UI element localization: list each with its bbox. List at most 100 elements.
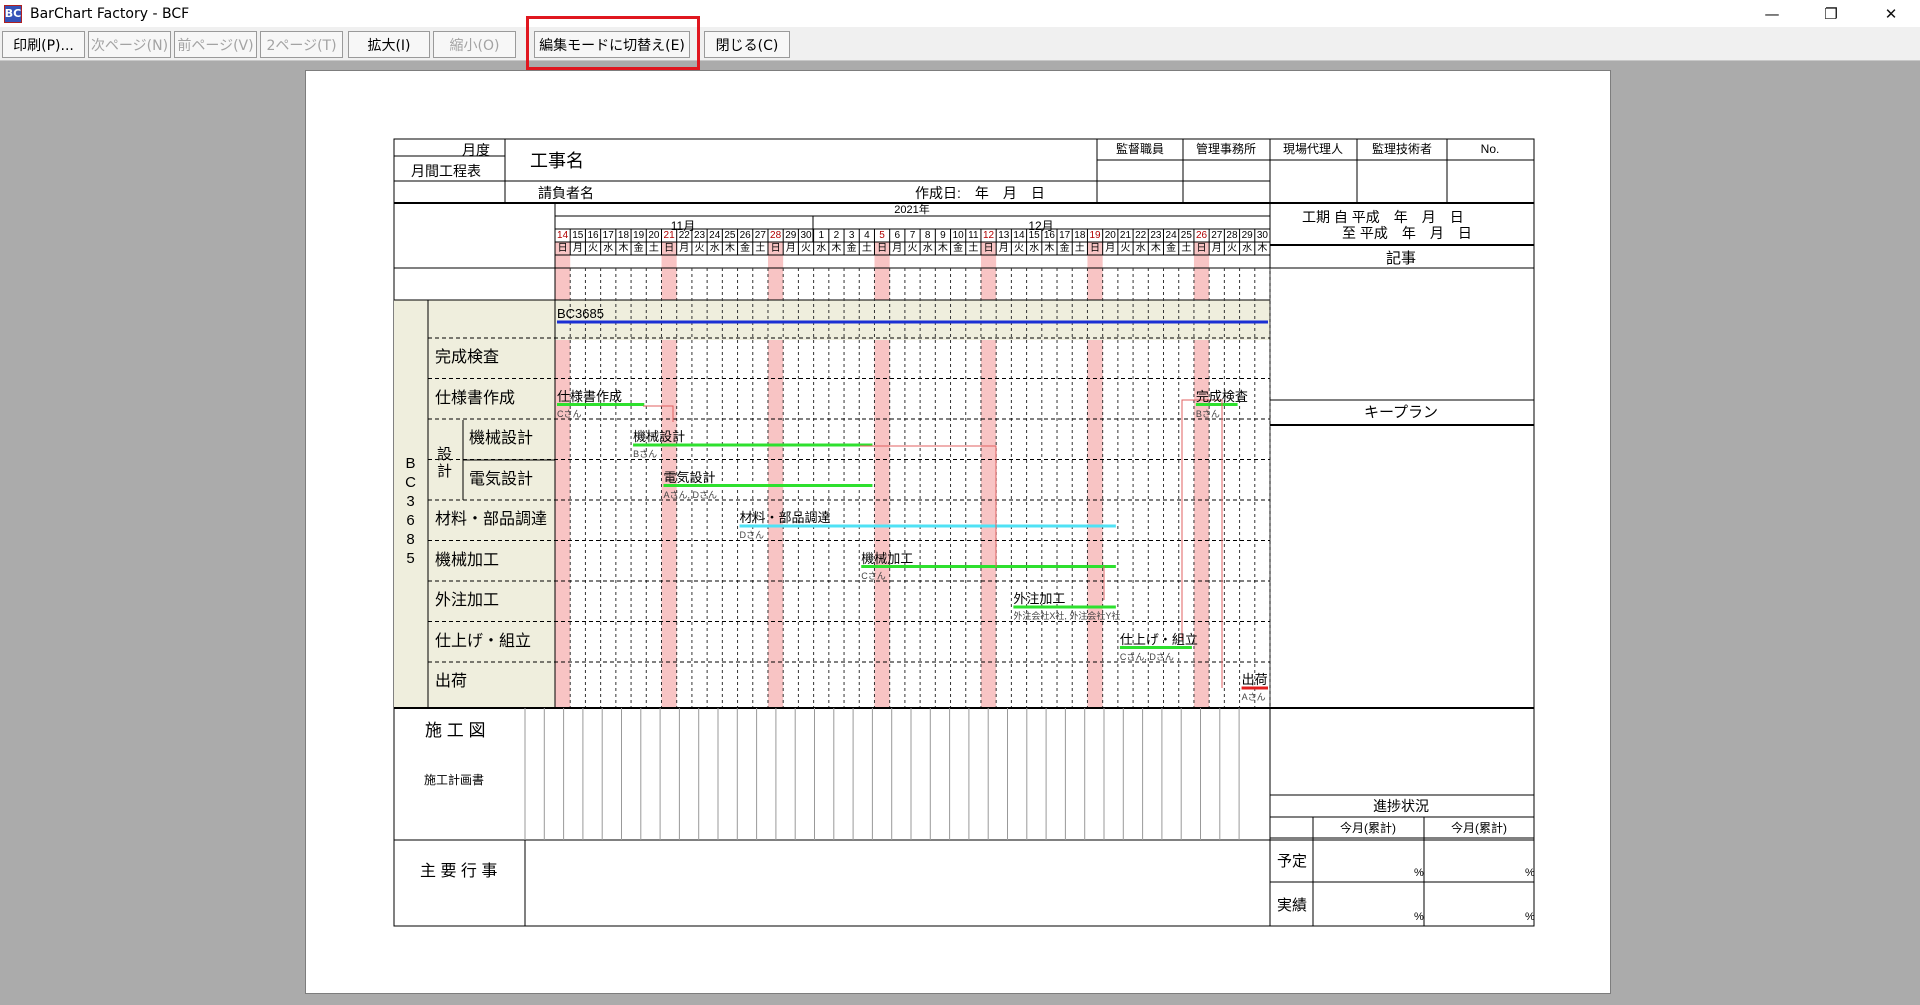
weekday: 日 xyxy=(877,243,888,254)
weekday: 金 xyxy=(953,243,964,254)
weekday: 日 xyxy=(1196,243,1207,254)
close-icon[interactable]: ✕ xyxy=(1862,0,1920,27)
day-number: 27 xyxy=(1211,230,1223,241)
restore-icon[interactable]: ❐ xyxy=(1802,0,1860,27)
task-label: 機械加工 xyxy=(435,551,500,569)
weekday: 木 xyxy=(1257,243,1268,254)
weekday: 日 xyxy=(664,243,675,254)
day-number: 20 xyxy=(1104,230,1116,241)
weekday: 月 xyxy=(785,243,796,254)
progress-row: 実績 xyxy=(1277,897,1308,914)
day-number: 12 xyxy=(983,230,995,241)
period-to: 至 平成 年 月 日 xyxy=(1342,225,1472,241)
print-button[interactable]: 印刷(P)... xyxy=(2,31,85,58)
day-number: 25 xyxy=(1180,230,1192,241)
title-bar: BC BarChart Factory - BCF — ❐ ✕ xyxy=(0,0,1920,27)
percent: % xyxy=(1414,867,1424,879)
minimize-icon[interactable]: — xyxy=(1743,0,1801,27)
progress-label: 進捗状況 xyxy=(1373,798,1429,814)
weekday: 火 xyxy=(1226,243,1237,254)
day-number: 30 xyxy=(1256,230,1268,241)
month-label: 月度 xyxy=(462,142,490,158)
day-number: 30 xyxy=(800,230,812,241)
bar-label: 仕上げ・組立 xyxy=(1119,631,1198,647)
weekday: 火 xyxy=(1120,243,1131,254)
day-number: 17 xyxy=(602,230,614,241)
day-number: 2 xyxy=(833,230,840,241)
weekday: 土 xyxy=(755,243,766,254)
month-header: 12月 xyxy=(1028,219,1054,233)
day-number: 26 xyxy=(739,230,751,241)
weekday: 金 xyxy=(633,243,644,254)
approval-header: 監督職員 xyxy=(1115,142,1165,156)
task-label: 仕様書作成 xyxy=(435,389,516,407)
keyplan-label: キープラン xyxy=(1363,404,1439,421)
day-number: 28 xyxy=(770,230,782,241)
weekday: 火 xyxy=(801,243,811,254)
weekday: 月 xyxy=(998,243,1009,254)
day-number: 23 xyxy=(1150,230,1162,241)
day-number: 24 xyxy=(709,230,721,241)
progress-row: 予定 xyxy=(1277,853,1308,870)
day-number: 21 xyxy=(1119,230,1132,241)
weekday: 土 xyxy=(1181,243,1192,254)
bar-assignee: 外注会社X社, 外注会社Y社 xyxy=(1013,611,1121,621)
weekday: 月 xyxy=(1105,243,1116,254)
project-row-bg xyxy=(555,300,1270,340)
bar-assignee: Dさん xyxy=(739,530,765,540)
weekday: 水 xyxy=(1135,243,1146,254)
day-number: 5 xyxy=(879,230,885,241)
weekday: 木 xyxy=(831,243,842,254)
bar-assignee: Cさん xyxy=(861,570,886,581)
percent: % xyxy=(1525,911,1535,923)
created-date-label: 作成日: 年 月 日 xyxy=(915,185,1045,201)
percent: % xyxy=(1414,911,1424,923)
next-page-button[interactable]: 次ページ(N) xyxy=(88,31,171,58)
day-number: 13 xyxy=(998,230,1010,241)
zoom-out-button[interactable]: 縮小(O) xyxy=(433,31,516,58)
task-label: 機械設計 xyxy=(469,430,534,447)
weekday: 水 xyxy=(922,243,933,254)
day-number: 25 xyxy=(724,230,736,241)
toolbar: 印刷(P)... 次ページ(N) 前ページ(V) 2ページ(T) 拡大(I) 縮… xyxy=(0,27,1920,61)
day-number: 28 xyxy=(1226,230,1238,241)
weekday: 月 xyxy=(572,243,583,254)
weekday: 火 xyxy=(694,243,705,254)
weekday: 金 xyxy=(1166,243,1177,254)
two-page-button[interactable]: 2ページ(T) xyxy=(260,31,343,58)
weekday: 水 xyxy=(1242,243,1253,254)
weekday: 土 xyxy=(968,243,979,254)
day-number: 11 xyxy=(968,230,979,241)
prev-page-button[interactable]: 前ページ(V) xyxy=(174,31,257,58)
weekday: 金 xyxy=(740,243,751,254)
weekday: 金 xyxy=(846,243,857,254)
close-button[interactable]: 閉じる(C) xyxy=(704,31,790,58)
day-number: 18 xyxy=(617,230,630,241)
contractor-label: 請負者名 xyxy=(538,185,594,201)
approval-header: No. xyxy=(1480,142,1500,156)
bar-label: 完成検査 xyxy=(1195,388,1248,404)
group-label: BC3685 xyxy=(402,455,419,569)
weekday: 月 xyxy=(892,243,903,254)
task-label: 電気設計 xyxy=(469,470,534,488)
bar-label: 仕様書作成 xyxy=(557,388,623,404)
month-header: 11月 xyxy=(670,219,696,233)
approval-header: 現場代理人 xyxy=(1282,142,1344,156)
task-label: 外注加工 xyxy=(435,592,500,609)
day-number: 1 xyxy=(818,230,824,241)
weekday: 木 xyxy=(724,243,735,254)
bar-label: BC3685 xyxy=(557,306,604,321)
zoom-in-button[interactable]: 拡大(I) xyxy=(348,31,430,58)
day-number: 6 xyxy=(894,230,901,241)
bar-assignee: Aさん, Dさん xyxy=(663,489,717,500)
weekday: 火 xyxy=(588,243,599,254)
weekday: 日 xyxy=(983,243,994,254)
bar-label: 機械加工 xyxy=(861,550,914,566)
task-label: 出荷 xyxy=(435,673,468,690)
day-number: 19 xyxy=(633,230,645,241)
bar-assignee: Aさん xyxy=(1241,692,1266,702)
events-label: 主 要 行 事 xyxy=(420,863,498,880)
weekday: 月 xyxy=(1211,243,1222,254)
day-number: 14 xyxy=(557,230,569,241)
approval-header: 管理事務所 xyxy=(1195,142,1257,156)
